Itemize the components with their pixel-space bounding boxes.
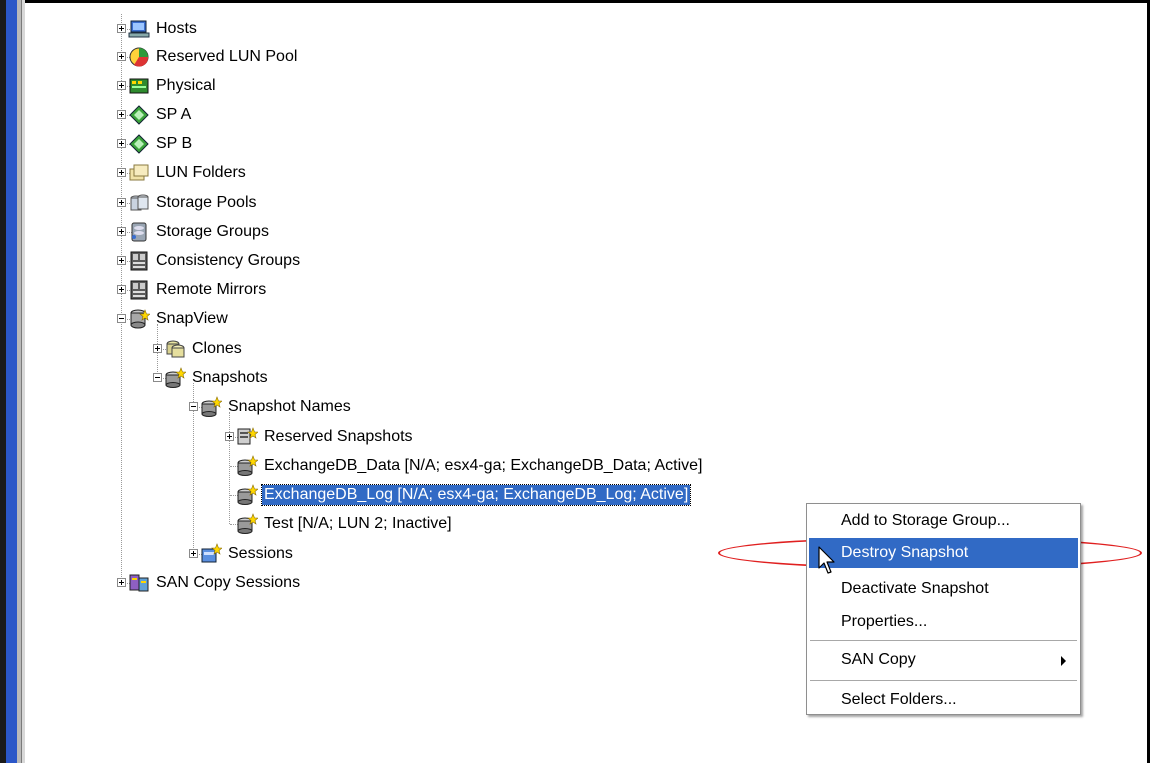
- menu-separator: [810, 680, 1077, 681]
- tree-item[interactable]: Physical: [128, 73, 218, 99]
- reserved-lun-pool-icon: [128, 46, 150, 68]
- mouse-pointer-icon: [818, 546, 835, 574]
- menu-item-destroy-snapshot[interactable]: Destroy Snapshot: [809, 538, 1078, 568]
- tree-item[interactable]: Storage Groups: [128, 219, 271, 245]
- storage-processor-icon: [128, 133, 150, 155]
- tree-item-label: Snapshot Names: [228, 398, 351, 415]
- tree-item[interactable]: Consistency Groups: [128, 248, 302, 274]
- menu-item-label: Properties...: [841, 613, 928, 630]
- menu-item-label: Add to Storage Group...: [841, 512, 1010, 529]
- tree-item[interactable]: LUN Folders: [128, 160, 248, 186]
- tree-item-label: SP A: [156, 106, 192, 123]
- expand-toggle-icon[interactable]: [117, 198, 126, 207]
- physical-icon: [128, 75, 150, 97]
- tree-item[interactable]: Storage Pools: [128, 190, 259, 216]
- tree-item-label: Reserved Snapshots: [264, 428, 413, 445]
- tree-connector-line: [121, 14, 122, 583]
- expand-toggle-icon[interactable]: [189, 549, 198, 558]
- hosts-icon: [128, 18, 150, 40]
- tree-item-label: Reserved LUN Pool: [156, 48, 298, 65]
- tree-item-label: Storage Pools: [156, 194, 257, 211]
- sessions-icon: [200, 543, 223, 565]
- expand-toggle-icon[interactable]: [117, 24, 126, 33]
- snapshot-icon: [164, 367, 187, 389]
- expand-toggle-icon[interactable]: [117, 256, 126, 265]
- tree-item[interactable]: SAN Copy Sessions: [128, 570, 302, 596]
- expand-toggle-icon[interactable]: [117, 139, 126, 148]
- snapshot-icon: [236, 455, 259, 477]
- san-copy-sessions-icon: [128, 572, 150, 594]
- menu-item-san-copy[interactable]: SAN Copy: [809, 645, 1078, 675]
- tree-item-label: SnapView: [156, 310, 228, 327]
- tree-item[interactable]: Snapshots: [164, 365, 270, 391]
- tree-connector-line: [229, 412, 230, 524]
- tree-item-label: SP B: [156, 135, 193, 152]
- reserved-snapshots-icon: [236, 426, 259, 448]
- tree-item-label: Test [N/A; LUN 2; Inactive]: [264, 515, 452, 532]
- expand-toggle-icon[interactable]: [117, 110, 126, 119]
- tree-item-label: LUN Folders: [156, 164, 246, 181]
- tree-item-label: SAN Copy Sessions: [156, 574, 301, 591]
- menu-item-label: SAN Copy: [841, 651, 916, 668]
- menu-item-properties[interactable]: Properties...: [809, 607, 1078, 637]
- menu-item-label: Select Folders...: [841, 691, 957, 708]
- expand-toggle-icon[interactable]: [225, 432, 234, 441]
- tree-item[interactable]: Hosts: [128, 16, 199, 42]
- snapshot-icon: [200, 396, 223, 418]
- tree-item[interactable]: Remote Mirrors: [128, 277, 268, 303]
- tree-item-label: Consistency Groups: [156, 252, 301, 269]
- clones-icon: [164, 338, 186, 360]
- expand-toggle-icon[interactable]: [117, 227, 126, 236]
- tree-item[interactable]: Sessions: [200, 541, 295, 567]
- expand-toggle-icon[interactable]: [117, 168, 126, 177]
- tree-item-label: Storage Groups: [156, 223, 269, 240]
- collapse-toggle-icon[interactable]: [153, 373, 162, 382]
- expand-toggle-icon[interactable]: [153, 344, 162, 353]
- tree-item-label: Hosts: [156, 20, 197, 37]
- snapshot-icon: [236, 513, 259, 535]
- menu-item-deactivate-snapshot[interactable]: Deactivate Snapshot: [809, 574, 1078, 604]
- context-menu: Add to Storage Group... Destroy Snapshot D…: [806, 503, 1081, 715]
- tree-item[interactable]: Test [N/A; LUN 2; Inactive]: [236, 511, 454, 537]
- submenu-arrow-icon: [1061, 656, 1066, 666]
- menu-item-add-to-storage-group[interactable]: Add to Storage Group...: [809, 506, 1078, 536]
- expand-toggle-icon[interactable]: [117, 578, 126, 587]
- tree-item-label: Physical: [156, 77, 216, 94]
- expand-toggle-icon[interactable]: [117, 285, 126, 294]
- menu-separator: [810, 640, 1077, 641]
- tree-item[interactable]: SP B: [128, 131, 194, 157]
- tree-item[interactable]: Clones: [164, 336, 244, 362]
- tree-item[interactable]: Reserved Snapshots: [236, 424, 415, 450]
- snapshot-icon: [236, 484, 259, 506]
- tree-item[interactable]: ExchangeDB_Log [N/A; esx4-ga; ExchangeDB…: [236, 482, 692, 508]
- tree-item[interactable]: Snapshot Names: [200, 394, 353, 420]
- remote-mirrors-icon: [128, 279, 150, 301]
- storage-processor-icon: [128, 104, 150, 126]
- storage-groups-icon: [128, 221, 150, 243]
- menu-item-select-folders[interactable]: Select Folders...: [809, 685, 1078, 715]
- tree-item[interactable]: ExchangeDB_Data [N/A; esx4-ga; ExchangeD…: [236, 453, 704, 479]
- tree-item[interactable]: SnapView: [128, 306, 230, 332]
- menu-item-label: Destroy Snapshot: [841, 544, 969, 561]
- snapview-icon: [128, 308, 151, 330]
- expand-toggle-icon[interactable]: [117, 52, 126, 61]
- expand-toggle-icon[interactable]: [117, 81, 126, 90]
- collapse-toggle-icon[interactable]: [189, 402, 198, 411]
- tree-item-label: ExchangeDB_Data [N/A; esx4-ga; ExchangeD…: [264, 457, 703, 474]
- storage-pools-icon: [128, 192, 150, 214]
- tree-item-label-selected: ExchangeDB_Log [N/A; esx4-ga; ExchangeDB…: [260, 484, 692, 506]
- tree-item[interactable]: SP A: [128, 102, 193, 128]
- collapse-toggle-icon[interactable]: [117, 314, 126, 323]
- folders-icon: [128, 162, 150, 184]
- tree-item-label: Snapshots: [192, 369, 268, 386]
- tree-item-label: Remote Mirrors: [156, 281, 267, 298]
- consistency-groups-icon: [128, 250, 150, 272]
- menu-item-label: Deactivate Snapshot: [841, 580, 989, 597]
- tree-item-label: Sessions: [228, 545, 293, 562]
- tree-item[interactable]: Reserved LUN Pool: [128, 44, 299, 70]
- tree-item-label: Clones: [192, 340, 242, 357]
